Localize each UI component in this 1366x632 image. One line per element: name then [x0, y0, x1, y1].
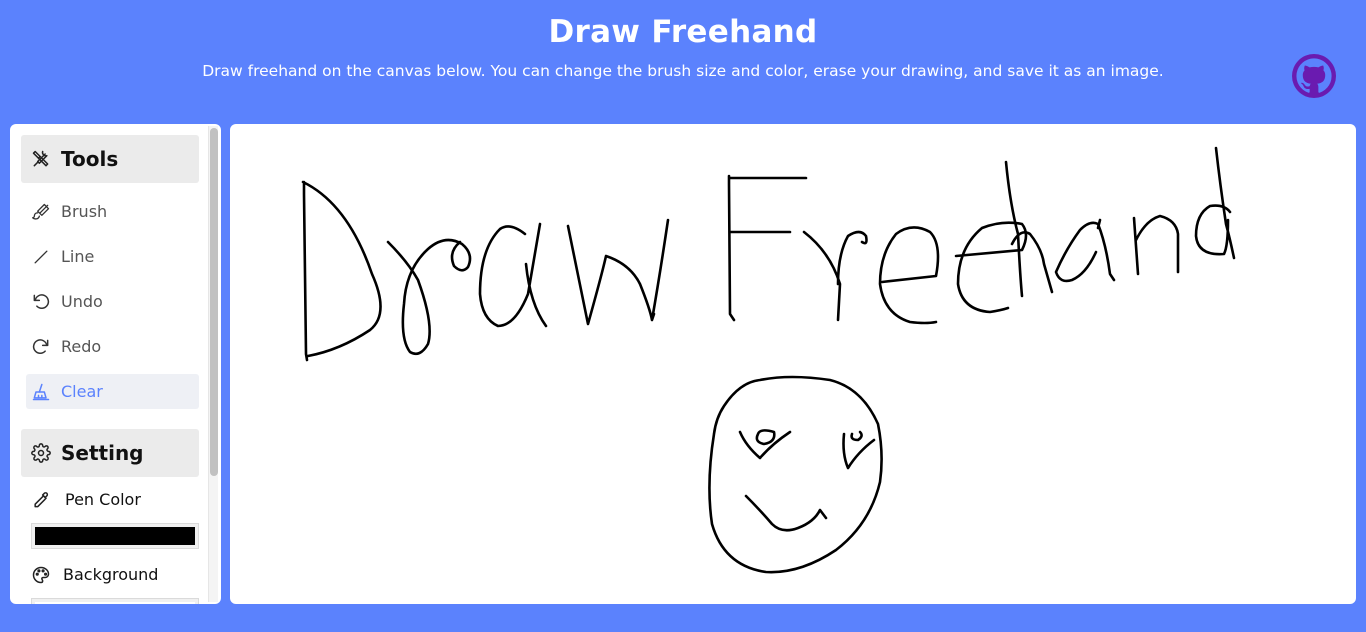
- brush-tool-button[interactable]: Brush: [26, 194, 199, 229]
- stroke-letter-a: [478, 222, 548, 328]
- palette-icon: [32, 566, 50, 584]
- clear-button[interactable]: Clear: [26, 374, 199, 409]
- tools-section-header: Tools: [21, 135, 199, 183]
- line-icon: [34, 250, 48, 264]
- stroke-letter-a2: [1054, 218, 1116, 283]
- brush-icon: [31, 203, 50, 220]
- drawing-canvas[interactable]: [230, 124, 1356, 604]
- stroke-letter-d2: [1194, 146, 1236, 260]
- background-label: Background: [63, 565, 159, 584]
- sidebar: Tools Brush Line Undo Redo Clear Setting…: [10, 124, 221, 604]
- background-color-picker[interactable]: [31, 598, 199, 604]
- page-title: Draw Freehand: [548, 14, 818, 50]
- undo-button[interactable]: Undo: [26, 284, 199, 319]
- tools-section-label: Tools: [61, 147, 119, 171]
- redo-label: Redo: [61, 337, 102, 356]
- background-setting: Background: [31, 561, 199, 589]
- stroke-letter-r: [386, 238, 472, 356]
- stroke-face-outline: [708, 375, 883, 574]
- stroke-face-eye-right: [842, 430, 876, 470]
- sidebar-scroll-thumb[interactable]: [210, 128, 218, 476]
- redo-button[interactable]: Redo: [26, 329, 199, 364]
- drawing-strokes: [301, 146, 1236, 574]
- background-color-swatch: [35, 602, 195, 604]
- stroke-letter-n: [1132, 214, 1180, 276]
- stroke-letter-w: [566, 218, 670, 326]
- settings-section-label: Setting: [61, 441, 144, 465]
- brush-tool-label: Brush: [61, 202, 108, 221]
- stroke-face-eye-left: [738, 429, 792, 460]
- clear-icon: [32, 383, 50, 401]
- stroke-letter-h: [1004, 160, 1054, 298]
- stroke-letter-e2: [954, 221, 1028, 314]
- eyedropper-icon: [34, 492, 49, 508]
- stroke-letter-d: [301, 180, 382, 362]
- github-icon: [1292, 54, 1336, 98]
- stroke-face-mouth: [744, 494, 828, 532]
- sidebar-scrollbar[interactable]: [208, 126, 218, 602]
- page-subtitle: Draw freehand on the canvas below. You c…: [202, 62, 1164, 80]
- stroke-letter-r2: [802, 230, 868, 322]
- line-tool-button[interactable]: Line: [26, 239, 199, 274]
- stroke-letter-f: [727, 174, 808, 322]
- gear-icon: [31, 443, 51, 463]
- pen-color-picker[interactable]: [31, 523, 199, 549]
- stroke-letter-e1: [878, 226, 940, 325]
- clear-label: Clear: [61, 382, 103, 401]
- undo-label: Undo: [61, 292, 103, 311]
- pen-color-swatch: [35, 527, 195, 545]
- settings-section-header: Setting: [21, 429, 199, 477]
- pen-color-setting: Pen Color: [31, 486, 199, 514]
- undo-icon: [33, 294, 50, 309]
- line-tool-label: Line: [61, 247, 95, 266]
- pen-color-label: Pen Color: [65, 490, 141, 509]
- github-link[interactable]: [1292, 54, 1336, 98]
- tools-icon: [32, 150, 49, 167]
- redo-icon: [32, 339, 49, 354]
